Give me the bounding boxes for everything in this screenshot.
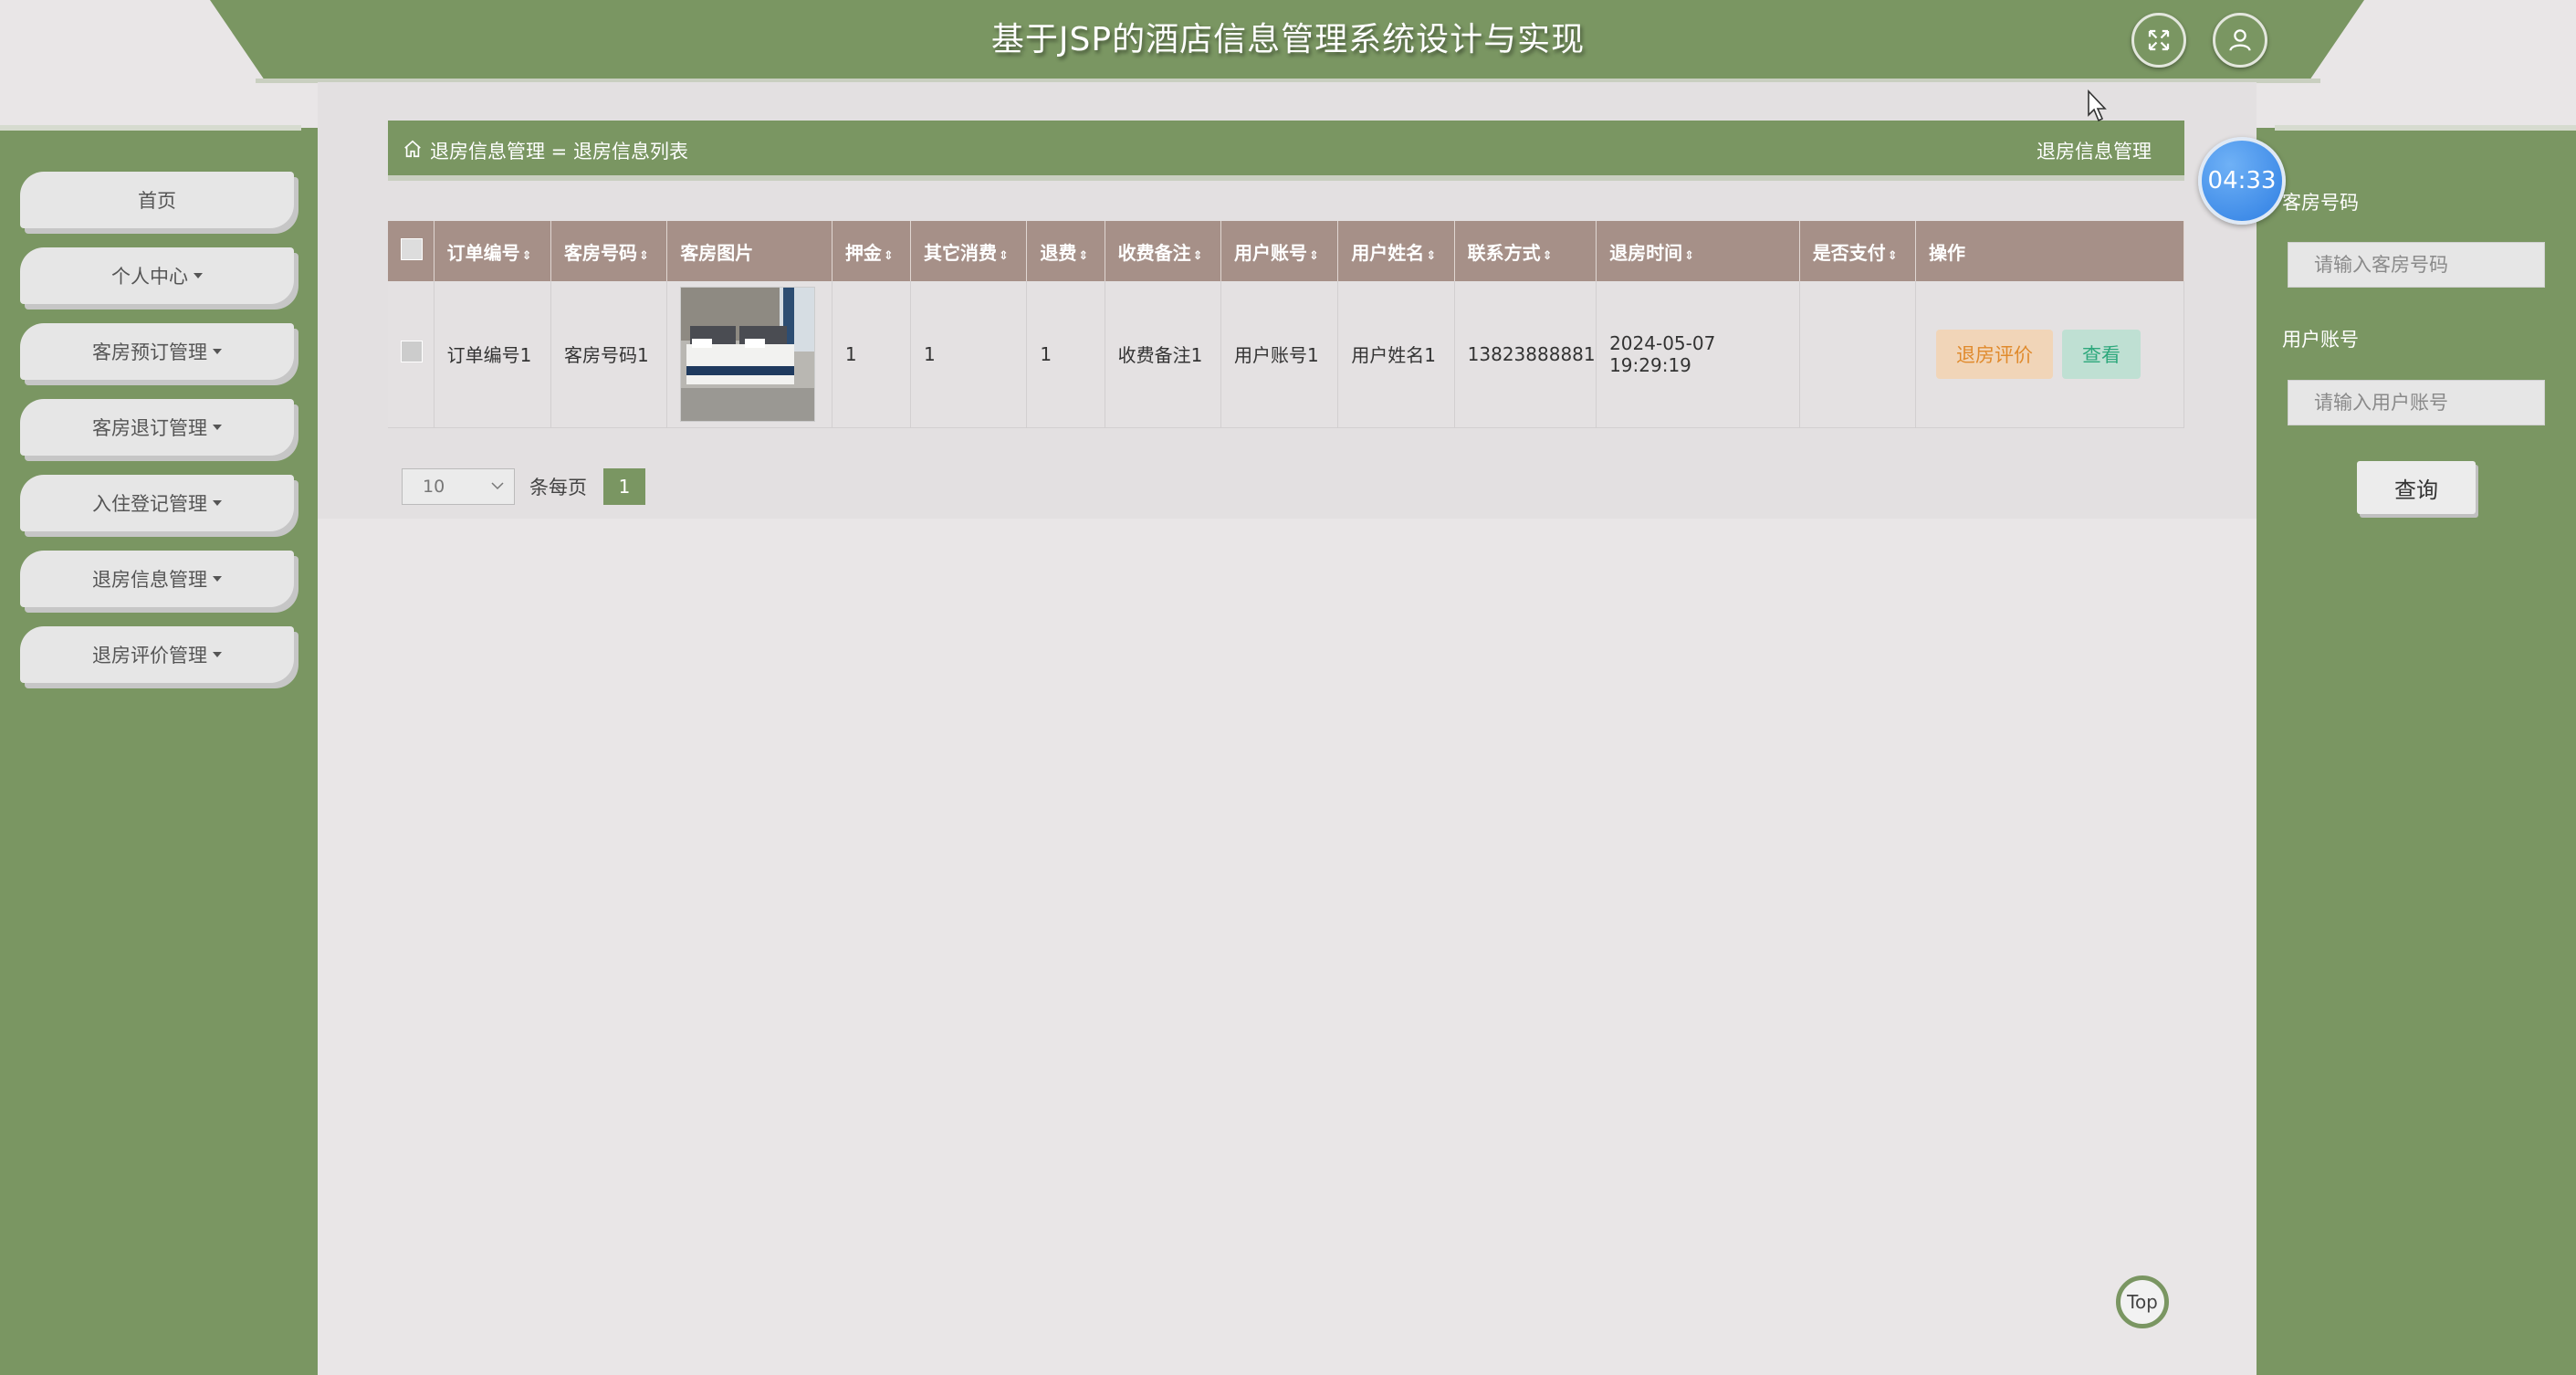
column-header: 操作: [1915, 221, 2184, 281]
sidebar-item-checkout[interactable]: 退房信息管理: [20, 551, 294, 607]
sidebar-item-personal-center[interactable]: 个人中心: [20, 247, 294, 304]
room-no-cell: 客房号码1: [550, 281, 668, 428]
per-page-label: 条每页: [529, 477, 587, 499]
user-button[interactable]: [2213, 13, 2267, 68]
search-panel: [2257, 128, 2576, 1375]
breadcrumb-path: 退房信息管理 = 退房信息列表: [430, 141, 688, 163]
row-select-cell: [388, 281, 435, 428]
column-header[interactable]: 押金 ⇕: [832, 221, 912, 281]
caret-down-icon: [213, 652, 222, 657]
caret-down-icon: [213, 349, 222, 354]
fullscreen-button[interactable]: [2131, 13, 2186, 68]
sidebar-item-room-booking[interactable]: 客房预订管理: [20, 323, 294, 380]
table-header-row: 订单编号 ⇕ 客房号码 ⇕ 客房图片 押金 ⇕ 其它消费 ⇕ 退费 ⇕ 收费备注 ⇕ 用户账…: [388, 221, 2184, 281]
pagination: 10 条每页 1: [402, 467, 645, 506]
search-panel-top-border: [2275, 125, 2576, 131]
mouse-cursor-icon: [2088, 89, 2107, 122]
sidebar-item-label: 退房评价管理: [92, 645, 207, 667]
actions-cell: 退房评价 查看: [1915, 281, 2184, 428]
table-row: 订单编号1 客房号码1 1 1 1 收费备注1 用户账号1 用户姓名1 1382…: [388, 281, 2184, 428]
column-header[interactable]: 用户账号 ⇕: [1220, 221, 1339, 281]
paid-cell: [1799, 281, 1917, 428]
sort-icon: ⇕: [1684, 248, 1694, 263]
select-all-cell: [388, 221, 435, 281]
room-image[interactable]: [680, 286, 816, 422]
sidebar-item-checkin[interactable]: 入住登记管理: [20, 475, 294, 531]
sort-icon: ⇕: [1192, 248, 1203, 263]
user-account-label: 用户账号: [2282, 329, 2359, 351]
sidebar-item-home[interactable]: 首页: [20, 172, 294, 228]
caret-down-icon: [213, 425, 222, 430]
column-header[interactable]: 是否支付 ⇕: [1799, 221, 1917, 281]
sort-icon: ⇕: [883, 248, 894, 263]
sort-icon: ⇕: [1308, 248, 1319, 263]
sort-icon: ⇕: [1078, 248, 1089, 263]
sidebar-item-label: 首页: [138, 190, 176, 212]
user-account-cell: 用户账号1: [1220, 281, 1339, 428]
chevron-down-icon: [491, 482, 504, 490]
other-cost-cell: 1: [910, 281, 1028, 428]
column-header[interactable]: 退房时间 ⇕: [1596, 221, 1800, 281]
breadcrumb-section-title: 退房信息管理: [2037, 141, 2152, 163]
column-header[interactable]: 客房号码 ⇕: [550, 221, 668, 281]
review-button[interactable]: 退房评价: [1936, 329, 2054, 379]
sidebar-item-label: 退房信息管理: [92, 569, 207, 591]
breadcrumb: 退房信息管理 = 退房信息列表 退房信息管理: [388, 121, 2184, 175]
search-button[interactable]: 查询: [2357, 461, 2476, 514]
sort-icon: ⇕: [1887, 248, 1898, 263]
page-size-select[interactable]: 10: [402, 468, 515, 505]
sort-icon: ⇕: [638, 248, 649, 263]
caret-down-icon: [194, 273, 203, 278]
sort-icon: ⇕: [521, 248, 532, 263]
sidebar-item-room-cancel[interactable]: 客房退订管理: [20, 399, 294, 456]
user-icon: [2229, 29, 2251, 51]
sort-icon: ⇕: [1542, 248, 1553, 263]
column-header[interactable]: 订单编号 ⇕: [434, 221, 551, 281]
fee-note-cell: 收费备注1: [1105, 281, 1221, 428]
sidebar-item-label: 入住登记管理: [92, 493, 207, 515]
view-button[interactable]: 查看: [2062, 329, 2141, 379]
page-number-button[interactable]: 1: [603, 468, 645, 505]
sidebar-item-label: 个人中心: [111, 266, 188, 288]
order-no-cell: 订单编号1: [434, 281, 551, 428]
column-header[interactable]: 退费 ⇕: [1026, 221, 1105, 281]
column-header[interactable]: 其它消费 ⇕: [910, 221, 1028, 281]
column-header[interactable]: 用户姓名 ⇕: [1337, 221, 1455, 281]
room-image-cell: [666, 281, 832, 428]
home-icon[interactable]: [403, 139, 423, 159]
sidebar-item-label: 客房退订管理: [92, 417, 207, 439]
checkout-table: 订单编号 ⇕ 客房号码 ⇕ 客房图片 押金 ⇕ 其它消费 ⇕ 退费 ⇕ 收费备注 ⇕ 用户账…: [388, 221, 2184, 428]
refund-cell: 1: [1026, 281, 1105, 428]
timer-badge: 04:33: [2198, 137, 2286, 225]
expand-icon: [2148, 29, 2170, 51]
sidebar-top-border: [0, 125, 301, 131]
sort-icon: ⇕: [999, 248, 1009, 263]
page-size-value: 10: [423, 477, 445, 497]
column-header: 客房图片: [666, 221, 832, 281]
column-header[interactable]: 收费备注 ⇕: [1105, 221, 1221, 281]
page-title: 基于JSP的酒店信息管理系统设计与实现: [990, 21, 1586, 58]
user-account-input[interactable]: [2288, 380, 2545, 425]
caret-down-icon: [213, 500, 222, 506]
row-checkbox[interactable]: [401, 341, 423, 363]
select-all-checkbox[interactable]: [401, 237, 423, 260]
deposit-cell: 1: [832, 281, 912, 428]
sort-icon: ⇕: [1426, 248, 1437, 263]
room-no-label: 客房号码: [2282, 192, 2359, 214]
sidebar-item-checkout-review[interactable]: 退房评价管理: [20, 626, 294, 683]
sidebar-item-label: 客房预订管理: [92, 341, 207, 363]
sidebar: [0, 128, 318, 1375]
back-to-top-button[interactable]: Top: [2116, 1275, 2169, 1328]
room-no-input[interactable]: [2288, 242, 2545, 288]
phone-cell: 13823888881: [1454, 281, 1597, 428]
user-name-cell: 用户姓名1: [1337, 281, 1455, 428]
checkout-time-cell: 2024-05-07 19:29:19: [1596, 281, 1800, 428]
caret-down-icon: [213, 576, 222, 582]
column-header[interactable]: 联系方式 ⇕: [1454, 221, 1597, 281]
